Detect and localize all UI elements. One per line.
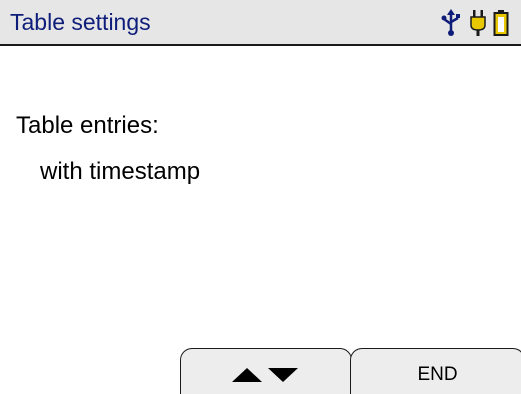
battery-icon [493, 10, 509, 36]
end-softkey-label: END [417, 364, 458, 385]
page-title: Table settings [10, 9, 151, 35]
up-down-arrows [232, 368, 300, 382]
table-entries-label: Table entries: [16, 112, 159, 139]
arrow-up-icon [232, 368, 262, 382]
plug-icon [470, 10, 486, 36]
arrow-down-icon [268, 368, 298, 382]
up-down-softkey[interactable] [180, 348, 352, 394]
end-softkey[interactable]: END [350, 348, 521, 394]
usb-icon [441, 9, 460, 36]
device-screen: Table settings Table entries: with times… [0, 0, 521, 394]
title-bar: Table settings [0, 0, 521, 46]
table-entries-value[interactable]: with timestamp [40, 158, 200, 186]
